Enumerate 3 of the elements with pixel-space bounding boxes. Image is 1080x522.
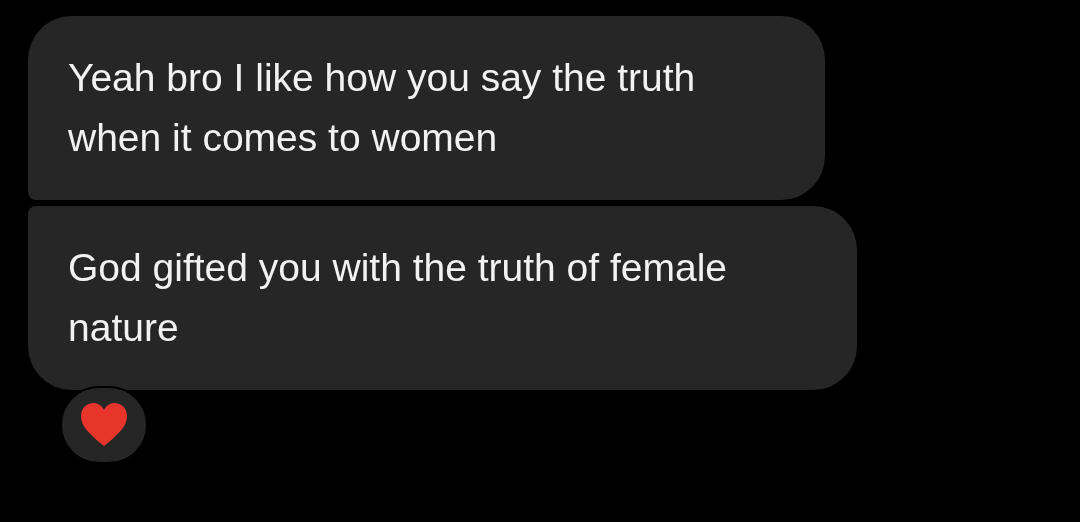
message-bubble: God gifted you with the truth of female nature: [28, 206, 857, 390]
heart-icon: [79, 402, 129, 448]
message-bubble: Yeah bro I like how you say the truth when it comes to women: [28, 16, 825, 200]
